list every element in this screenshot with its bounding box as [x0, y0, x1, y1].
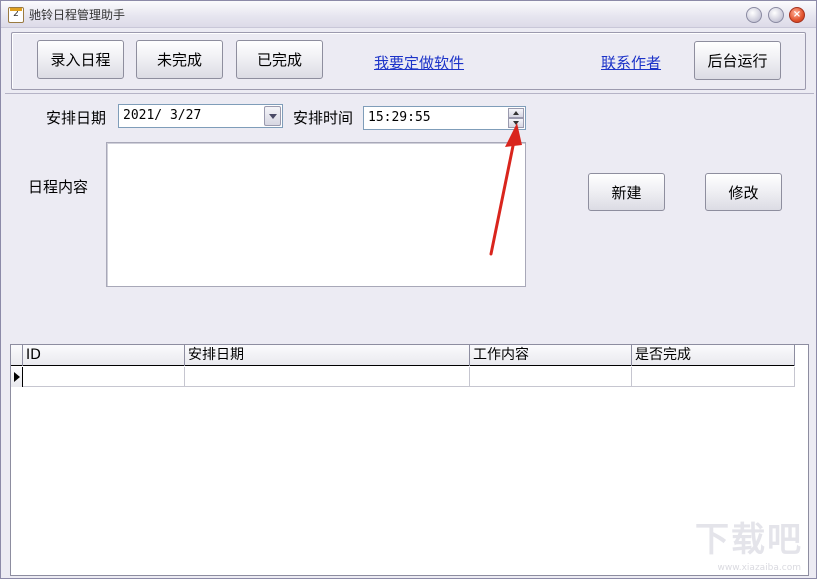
calendar-icon: 2 [8, 7, 24, 23]
content-textarea[interactable] [106, 142, 526, 287]
cell-done[interactable] [632, 367, 795, 387]
column-header-id[interactable]: ID [23, 345, 185, 366]
cell-date[interactable] [185, 367, 470, 387]
custom-software-link[interactable]: 我要定做软件 [374, 52, 464, 73]
content-label: 日程内容 [28, 178, 89, 196]
table-row[interactable] [11, 367, 795, 387]
window-title: 驰铃日程管理助手 [29, 8, 126, 22]
close-button[interactable]: × [789, 7, 805, 23]
grid-corner [11, 345, 23, 366]
close-icon: × [792, 9, 802, 20]
maximize-button[interactable] [768, 7, 784, 23]
enter-schedule-button[interactable]: 录入日程 [37, 40, 124, 79]
not-completed-button[interactable]: 未完成 [136, 40, 223, 79]
contact-author-link[interactable]: 联系作者 [601, 52, 661, 73]
row-pointer-icon [13, 372, 20, 382]
modify-button[interactable]: 修改 [705, 173, 782, 211]
watermark-text: 下载吧 [695, 520, 803, 560]
run-background-button[interactable]: 后台运行 [694, 41, 781, 80]
column-header-date[interactable]: 安排日期 [185, 345, 470, 366]
time-value: 15:29:55 [368, 110, 431, 125]
spin-up-button[interactable] [508, 108, 524, 118]
new-button[interactable]: 新建 [588, 173, 665, 211]
column-header-content[interactable]: 工作内容 [470, 345, 632, 366]
annotation-arrow-icon [489, 123, 522, 256]
watermark-url: www.xiazaiba.com [717, 563, 801, 573]
date-dropdown-button[interactable] [264, 106, 281, 126]
date-picker[interactable]: 2021/ 3/27 [118, 104, 283, 128]
chevron-down-icon [269, 114, 277, 119]
date-label: 安排日期 [46, 109, 107, 127]
grid-header: ID 安排日期 工作内容 是否完成 [11, 345, 795, 366]
time-label: 安排时间 [293, 109, 354, 127]
watermark: 下载吧 www.xiazaiba.com [681, 520, 809, 575]
cell-id[interactable] [23, 367, 185, 387]
current-row-indicator [11, 367, 23, 387]
cell-content[interactable] [470, 367, 632, 387]
minimize-button[interactable] [746, 7, 762, 23]
column-header-done[interactable]: 是否完成 [632, 345, 795, 366]
title-bar[interactable]: 2 驰铃日程管理助手 × [1, 1, 816, 28]
date-value: 2021/ 3/27 [123, 108, 202, 123]
app-window: 2 驰铃日程管理助手 × 录入日程 未完成 已完成 我要定做软件 联系作者 后台… [0, 0, 817, 579]
completed-button[interactable]: 已完成 [236, 40, 323, 79]
